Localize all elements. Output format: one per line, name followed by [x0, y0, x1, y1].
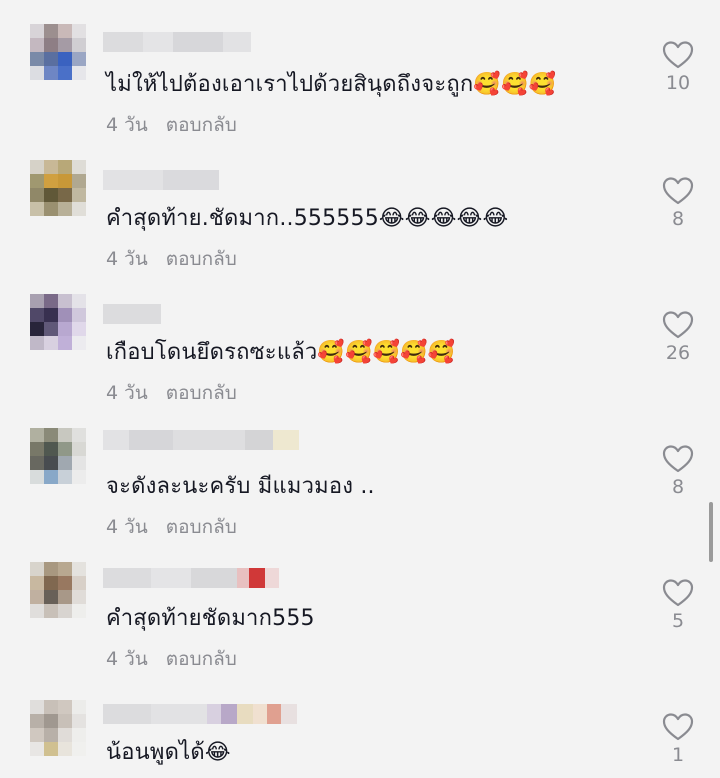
username[interactable]	[103, 170, 219, 190]
heart-outline-icon	[662, 445, 694, 473]
reply-button[interactable]: ตอบกลับ	[166, 648, 237, 670]
like-count: 10	[665, 72, 691, 94]
reply-button[interactable]: ตอบกลับ	[166, 248, 237, 270]
heart-outline-icon	[662, 177, 694, 205]
like-count: 8	[671, 208, 685, 230]
comment-text: จะดังละนะครับ มีแมวมอง ..	[106, 474, 375, 499]
avatar[interactable]	[30, 294, 86, 350]
comment-text: คำสุดท้าย.ชัดมาก..555555😂😂😂😂😂	[106, 206, 509, 231]
like-button[interactable]: 26	[658, 310, 698, 364]
avatar[interactable]	[30, 24, 86, 80]
scrollbar[interactable]	[709, 502, 713, 562]
reply-button[interactable]: ตอบกลับ	[166, 516, 237, 538]
heart-outline-icon	[662, 713, 694, 741]
comment-age: 4 วัน	[106, 248, 148, 270]
like-button[interactable]: 8	[658, 444, 698, 498]
comment-text: คำสุดท้ายชัดมาก555	[106, 606, 315, 631]
comment-text: น้อนพูดได้😂	[106, 740, 231, 765]
comment-item: คำสุดท้าย.ชัดมาก..555555😂😂😂😂😂 4 วัน ตอบกล…	[0, 134, 720, 270]
like-count: 5	[671, 610, 685, 632]
comment-item: คำสุดท้ายชัดมาก555 4 วัน ตอบกลับ 5	[0, 536, 720, 670]
comment-item: น้อนพูดได้😂 1	[0, 670, 720, 778]
heart-outline-icon	[662, 41, 694, 69]
username[interactable]	[103, 704, 297, 724]
comment-age: 4 วัน	[106, 516, 148, 538]
username[interactable]	[103, 304, 161, 324]
heart-outline-icon	[662, 579, 694, 607]
like-button[interactable]: 10	[658, 40, 698, 94]
comment-item: จะดังละนะครับ มีแมวมอง .. 4 วัน ตอบกลับ 8	[0, 402, 720, 538]
username[interactable]	[103, 568, 279, 588]
comment-age: 4 วัน	[106, 382, 148, 404]
username[interactable]	[103, 32, 251, 52]
like-count: 8	[671, 476, 685, 498]
comment-age: 4 วัน	[106, 648, 148, 670]
like-count: 26	[665, 342, 691, 364]
like-count: 1	[671, 744, 685, 766]
avatar[interactable]	[30, 160, 86, 216]
username[interactable]	[103, 430, 299, 450]
like-button[interactable]: 1	[658, 712, 698, 766]
avatar[interactable]	[30, 700, 86, 756]
avatar[interactable]	[30, 562, 86, 618]
comment-text: เกือบโดนยึดรถซะแล้ว🥰🥰🥰🥰🥰	[106, 340, 456, 365]
like-button[interactable]: 5	[658, 578, 698, 632]
comment-age: 4 วัน	[106, 114, 148, 136]
comment-item: เกือบโดนยึดรถซะแล้ว🥰🥰🥰🥰🥰 4 วัน ตอบกลับ 26	[0, 268, 720, 404]
avatar[interactable]	[30, 428, 86, 484]
comment-text: ไม่ให้ไปต้องเอาเราไปด้วยสินุดถึงจะถูก🥰🥰🥰	[106, 72, 557, 97]
heart-outline-icon	[662, 311, 694, 339]
reply-button[interactable]: ตอบกลับ	[166, 382, 237, 404]
reply-button[interactable]: ตอบกลับ	[166, 114, 237, 136]
comment-item: ไม่ให้ไปต้องเอาเราไปด้วยสินุดถึงจะถูก🥰🥰🥰…	[0, 0, 720, 136]
like-button[interactable]: 8	[658, 176, 698, 230]
